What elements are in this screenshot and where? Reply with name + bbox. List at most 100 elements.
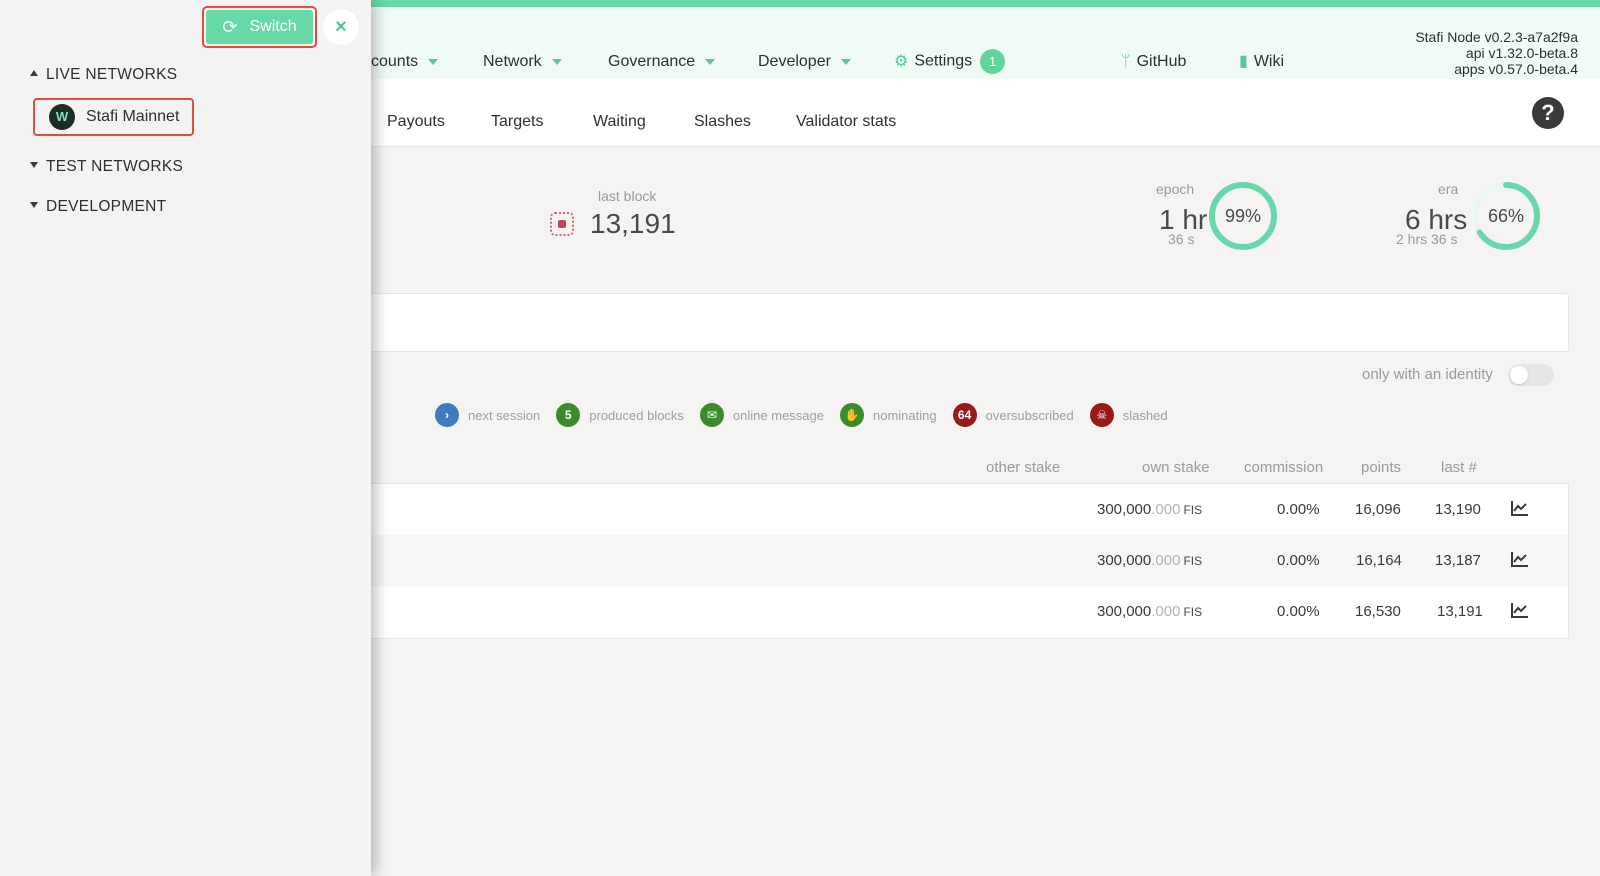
nav-wiki-label: Wiki: [1253, 53, 1285, 70]
era-percent: 66%: [1487, 206, 1525, 226]
legend-label: nominating: [873, 407, 937, 423]
block-icon: [550, 212, 574, 236]
nav-github[interactable]: ᛘ GitHub: [1121, 53, 1186, 71]
caret-up-icon: [30, 69, 38, 76]
col-own-stake[interactable]: own stake: [1142, 459, 1210, 476]
epoch-remaining: 36 s: [1168, 231, 1195, 247]
tab-slashes[interactable]: Slashes: [694, 113, 751, 131]
own-stake-unit: FIS: [1183, 503, 1203, 517]
legend-label: next session: [468, 407, 541, 423]
legend-next-session: › next session: [435, 403, 540, 427]
own-stake-cell: 300,000.000 FIS: [1097, 501, 1202, 518]
col-other-stake[interactable]: other stake: [986, 459, 1060, 476]
commission-cell: 0.00%: [1277, 501, 1320, 518]
chevron-right-icon: ›: [435, 403, 459, 427]
legend-oversubscribed: 64 oversubscribed: [952, 403, 1074, 427]
network-item-label: Stafi Mainnet: [86, 108, 180, 125]
epoch-percent: 99%: [1224, 206, 1262, 226]
col-points[interactable]: points: [1361, 459, 1401, 476]
tab-waiting[interactable]: Waiting: [593, 113, 646, 131]
col-commission[interactable]: commission: [1244, 459, 1323, 476]
book-icon: ▮: [1239, 53, 1248, 70]
network-sidebar: ⟳ Switch × LIVE NETWORKS Stafi Mainnet T…: [0, 0, 371, 876]
last-block-label: last block: [598, 188, 657, 204]
own-stake-int: 300,000: [1097, 552, 1152, 569]
own-stake-cell: 300,000.000 FIS: [1097, 552, 1202, 569]
nav-developer[interactable]: Developer: [758, 53, 851, 71]
nav-governance[interactable]: Governance: [608, 53, 716, 71]
oversubscribed-badge: 64: [952, 403, 977, 427]
col-last[interactable]: last #: [1441, 459, 1477, 476]
switch-label: Switch: [249, 18, 297, 35]
stafi-logo-icon: [49, 104, 75, 130]
hand-icon: ✋: [840, 403, 864, 427]
identity-filter-label: only with an identity: [1362, 366, 1493, 383]
table-row[interactable]: 300,000.000 FIS 0.00% 16,530 13,191: [351, 586, 1568, 637]
network-item-stafi-mainnet[interactable]: Stafi Mainnet: [33, 98, 194, 136]
nav-accounts[interactable]: counts: [371, 53, 439, 71]
legend-label: oversubscribed: [985, 407, 1074, 423]
switch-button[interactable]: ⟳ Switch: [202, 6, 317, 48]
table-row[interactable]: 300,000.000 FIS 0.00% 16,096 13,190: [351, 484, 1568, 535]
nav-accounts-label: counts: [371, 53, 419, 70]
own-stake-int: 300,000: [1097, 603, 1152, 620]
legend-online-message: ✉ online message: [699, 403, 824, 427]
chart-line-icon[interactable]: [1511, 602, 1529, 618]
skull-icon: ☠: [1089, 403, 1114, 427]
section-development[interactable]: DEVELOPMENT: [30, 198, 166, 216]
produced-blocks-badge: 5: [556, 403, 581, 427]
chevron-down-icon: [551, 58, 562, 65]
last-block-cell: 13,187: [1435, 552, 1481, 569]
nav-settings-label: Settings: [914, 52, 973, 70]
caret-down-icon: [30, 161, 38, 168]
nav-network-label: Network: [483, 53, 542, 70]
commission-cell: 0.00%: [1277, 552, 1320, 569]
last-block-cell: 13,190: [1435, 501, 1481, 518]
chevron-down-icon: [428, 58, 439, 65]
chevron-down-icon: [840, 58, 851, 65]
nav-wiki[interactable]: ▮ Wiki: [1239, 53, 1284, 71]
close-icon[interactable]: ×: [323, 9, 359, 45]
tab-validator-stats[interactable]: Validator stats: [796, 113, 896, 131]
table-row[interactable]: 300,000.000 FIS 0.00% 16,164 13,187: [351, 535, 1568, 586]
version-node: Stafi Node v0.2.3-a7a2f9a: [1415, 29, 1578, 45]
chart-line-icon[interactable]: [1511, 551, 1529, 567]
legend: › next session 5 produced blocks ✉ onlin…: [435, 403, 1184, 427]
section-live-networks[interactable]: LIVE NETWORKS: [30, 66, 177, 84]
own-stake-unit: FIS: [1183, 554, 1203, 568]
section-development-label: DEVELOPMENT: [46, 198, 167, 215]
nav-github-label: GitHub: [1136, 53, 1187, 70]
identity-toggle[interactable]: [1508, 364, 1554, 386]
nav-developer-label: Developer: [758, 53, 831, 70]
tab-targets[interactable]: Targets: [491, 113, 543, 131]
version-api: api v1.32.0-beta.8: [1465, 45, 1578, 61]
legend-label: slashed: [1122, 407, 1168, 423]
commission-cell: 0.00%: [1277, 603, 1320, 620]
points-cell: 16,530: [1355, 603, 1401, 620]
section-test-networks[interactable]: TEST NETWORKS: [30, 158, 183, 176]
points-cell: 16,164: [1356, 552, 1402, 569]
chart-line-icon[interactable]: [1511, 500, 1529, 516]
toggle-knob: [1510, 366, 1528, 384]
legend-label: online message: [732, 407, 824, 423]
legend-nominating: ✋ nominating: [840, 403, 937, 427]
section-live-networks-label: LIVE NETWORKS: [46, 66, 178, 83]
nav-network[interactable]: Network: [483, 53, 562, 71]
branch-icon: ᛘ: [1121, 53, 1131, 70]
version-info: Stafi Node v0.2.3-a7a2f9a api v1.32.0-be…: [1415, 29, 1578, 77]
help-icon[interactable]: ?: [1532, 97, 1564, 129]
own-stake-cell: 300,000.000 FIS: [1097, 603, 1202, 620]
own-stake-dec: .000: [1151, 501, 1181, 518]
own-stake-unit: FIS: [1183, 605, 1203, 619]
points-cell: 16,096: [1355, 501, 1401, 518]
epoch-progress-ring: 99%: [1208, 181, 1278, 251]
last-block-value: 13,191: [590, 208, 676, 239]
own-stake-dec: .000: [1151, 552, 1181, 569]
tab-payouts[interactable]: Payouts: [387, 113, 445, 131]
last-block-cell: 13,191: [1437, 603, 1483, 620]
own-stake-dec: .000: [1151, 603, 1181, 620]
nav-settings[interactable]: ⚙ Settings 1: [894, 49, 1006, 74]
nav-governance-label: Governance: [608, 53, 696, 70]
filter-input-box[interactable]: [350, 293, 1569, 352]
legend-produced-blocks: 5 produced blocks: [556, 403, 684, 427]
